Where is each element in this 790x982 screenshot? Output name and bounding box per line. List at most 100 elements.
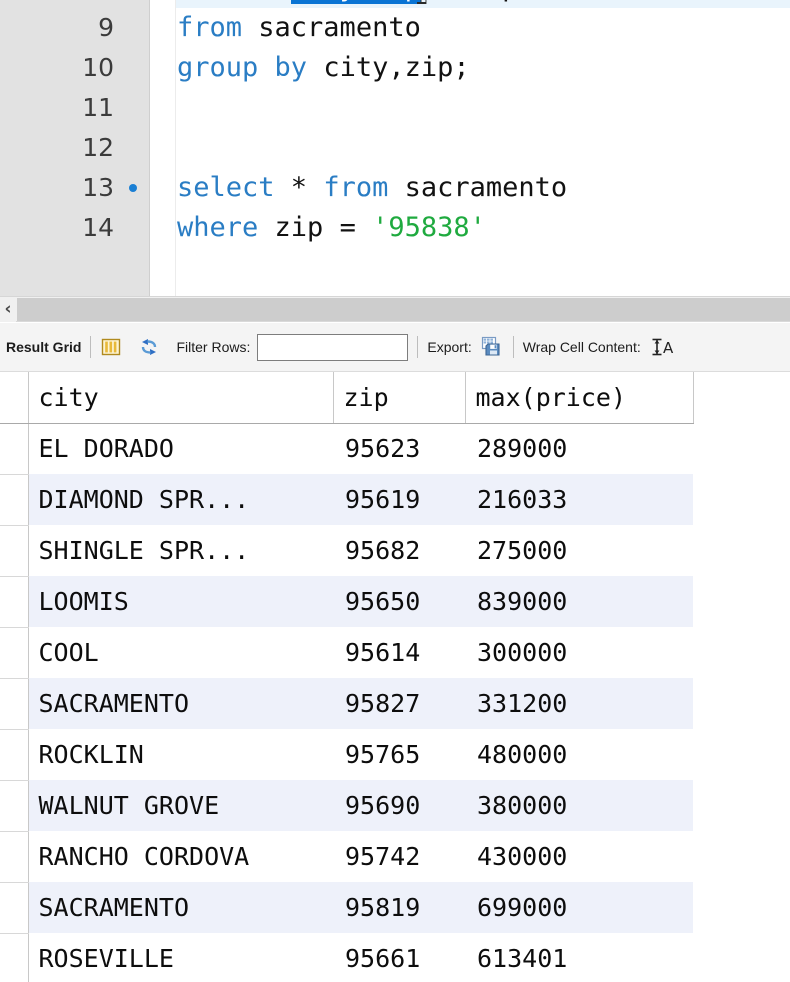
statement-marker-dot-icon[interactable] bbox=[129, 184, 137, 192]
cell-max-price[interactable]: 216033 bbox=[465, 474, 693, 525]
cell-max-price[interactable]: 289000 bbox=[465, 423, 693, 474]
editor-selection[interactable]: city,zip bbox=[290, 0, 421, 4]
cell-max-price[interactable]: 839000 bbox=[465, 576, 693, 627]
cell-city[interactable]: ROCKLIN bbox=[28, 729, 333, 780]
table-row[interactable]: SHINGLE SPR... 95682 275000 bbox=[0, 525, 693, 577]
table-row[interactable]: WALNUT GROVE 95690 380000 bbox=[0, 780, 693, 832]
result-grid[interactable]: city zip max(price) EL DORADO 95623 289000… bbox=[0, 372, 790, 982]
row-header-cell[interactable] bbox=[0, 525, 29, 577]
gutter-line-11[interactable]: 11 bbox=[0, 88, 150, 128]
cell-zip[interactable]: 95765 bbox=[333, 729, 465, 780]
cell-city[interactable]: SHINGLE SPR... bbox=[28, 525, 333, 576]
line-number: 12 bbox=[82, 133, 114, 162]
code-token: from bbox=[177, 12, 259, 43]
gutter-line-9[interactable]: 9 bbox=[0, 8, 150, 48]
row-header-cell[interactable] bbox=[0, 423, 29, 475]
row-header-cell[interactable] bbox=[0, 474, 29, 526]
code-line-13[interactable]: select * from sacramento bbox=[176, 168, 790, 208]
wrap-cell-content-icon[interactable]: A bbox=[650, 336, 674, 358]
code-token: ( bbox=[486, 0, 502, 3]
cell-city[interactable]: SACRAMENTO bbox=[28, 882, 333, 933]
cell-max-price[interactable]: 275000 bbox=[465, 525, 693, 576]
table-row[interactable]: SACRAMENTO 95819 699000 bbox=[0, 882, 693, 934]
table-row[interactable]: ROCKLIN 95765 480000 bbox=[0, 729, 693, 781]
cell-max-price[interactable]: 480000 bbox=[465, 729, 693, 780]
cell-max-price[interactable]: 380000 bbox=[465, 780, 693, 831]
scrollbar-thumb[interactable] bbox=[17, 298, 790, 321]
cell-zip[interactable]: 95623 bbox=[333, 423, 465, 474]
column-header-city[interactable]: city bbox=[28, 372, 334, 424]
cell-zip[interactable]: 95819 bbox=[333, 882, 465, 933]
code-line-11[interactable] bbox=[176, 88, 790, 128]
cell-max-price[interactable]: 300000 bbox=[465, 627, 693, 678]
table-row[interactable]: RANCHO CORDOVA 95742 430000 bbox=[0, 831, 693, 883]
code-token: city,zip; bbox=[323, 52, 470, 83]
export-save-icon[interactable] bbox=[480, 335, 504, 359]
table-header-row: city zip max(price) bbox=[0, 372, 694, 424]
grid-view-icon[interactable] bbox=[100, 336, 122, 358]
code-token: group by bbox=[177, 52, 324, 83]
table-row[interactable]: EL DORADO 95623 289000 bbox=[0, 423, 693, 475]
editor-code-area[interactable]: select city,zip,max(price)from sacrament… bbox=[176, 0, 790, 296]
code-token: * bbox=[290, 172, 324, 203]
cell-city[interactable]: EL DORADO bbox=[28, 423, 333, 474]
cell-max-price[interactable]: 331200 bbox=[465, 678, 693, 729]
row-header-cell[interactable] bbox=[0, 729, 29, 781]
cell-max-price[interactable]: 613401 bbox=[465, 933, 693, 982]
code-token: '95838' bbox=[372, 212, 486, 243]
export-label: Export: bbox=[427, 339, 472, 355]
column-header-max-price[interactable]: max(price) bbox=[465, 372, 694, 424]
cell-max-price[interactable]: 699000 bbox=[465, 882, 693, 933]
row-header-cell[interactable] bbox=[0, 678, 29, 730]
code-line-14[interactable]: where zip = '95838' bbox=[176, 208, 790, 248]
table-row[interactable]: COOL 95614 300000 bbox=[0, 627, 693, 679]
cell-zip[interactable]: 95690 bbox=[333, 780, 465, 831]
refresh-icon[interactable] bbox=[138, 336, 160, 358]
row-header-cell[interactable] bbox=[0, 576, 29, 628]
row-header-cell[interactable] bbox=[0, 882, 29, 934]
column-header-zip[interactable]: zip bbox=[333, 372, 466, 424]
sql-editor[interactable]: 891011121314 select city,zip,max(price)f… bbox=[0, 0, 790, 296]
cell-zip[interactable]: 95661 bbox=[333, 933, 465, 982]
row-header-cell[interactable] bbox=[0, 627, 29, 679]
cell-zip[interactable]: 95827 bbox=[333, 678, 465, 729]
gutter-line-10[interactable]: 10 bbox=[0, 48, 150, 88]
row-header-cell[interactable] bbox=[0, 831, 29, 883]
scroll-left-arrow-icon[interactable]: ‹ bbox=[0, 297, 16, 322]
row-header-corner[interactable] bbox=[0, 372, 29, 424]
cell-zip[interactable]: 95742 bbox=[333, 831, 465, 882]
code-token: from bbox=[323, 172, 405, 203]
table-row[interactable]: ROSEVILLE 95661 613401 bbox=[0, 933, 693, 982]
gutter-line-12[interactable]: 12 bbox=[0, 128, 150, 168]
table-row[interactable]: SACRAMENTO 95827 331200 bbox=[0, 678, 693, 730]
cell-zip[interactable]: 95619 bbox=[333, 474, 465, 525]
gutter-line-13[interactable]: 13 bbox=[0, 168, 150, 208]
cell-zip[interactable]: 95650 bbox=[333, 576, 465, 627]
cell-city[interactable]: WALNUT GROVE bbox=[28, 780, 333, 831]
cell-city[interactable]: ROSEVILLE bbox=[28, 933, 333, 982]
cell-zip[interactable]: 95614 bbox=[333, 627, 465, 678]
gutter-line-8[interactable]: 8 bbox=[0, 0, 150, 8]
table-row[interactable]: DIAMOND SPR... 95619 216033 bbox=[0, 474, 693, 526]
row-header-cell[interactable] bbox=[0, 780, 29, 832]
cell-city[interactable]: RANCHO CORDOVA bbox=[28, 831, 333, 882]
row-header-cell[interactable] bbox=[0, 933, 29, 982]
gutter-line-14[interactable]: 14 bbox=[0, 208, 150, 248]
code-line-10[interactable]: group by city,zip; bbox=[176, 48, 790, 88]
cell-zip[interactable]: 95682 bbox=[333, 525, 465, 576]
code-token: select bbox=[177, 0, 291, 3]
line-number: 10 bbox=[82, 53, 114, 82]
cell-city[interactable]: LOOMIS bbox=[28, 576, 333, 627]
cell-max-price[interactable]: 430000 bbox=[465, 831, 693, 882]
filter-rows-input[interactable] bbox=[257, 333, 409, 361]
cell-city[interactable]: DIAMOND SPR... bbox=[28, 474, 333, 525]
cell-city[interactable]: COOL bbox=[28, 627, 333, 678]
code-line-9[interactable]: from sacramento bbox=[176, 8, 790, 48]
line-number: 9 bbox=[98, 13, 114, 42]
table-row[interactable]: LOOMIS 95650 839000 bbox=[0, 576, 693, 628]
code-line-12[interactable] bbox=[176, 128, 790, 168]
code-line-8[interactable]: select city,zip,max(price) bbox=[176, 0, 790, 8]
editor-horizontal-scrollbar[interactable]: ‹ bbox=[0, 296, 790, 322]
wrap-cell-content-label: Wrap Cell Content: bbox=[522, 339, 641, 355]
cell-city[interactable]: SACRAMENTO bbox=[28, 678, 333, 729]
